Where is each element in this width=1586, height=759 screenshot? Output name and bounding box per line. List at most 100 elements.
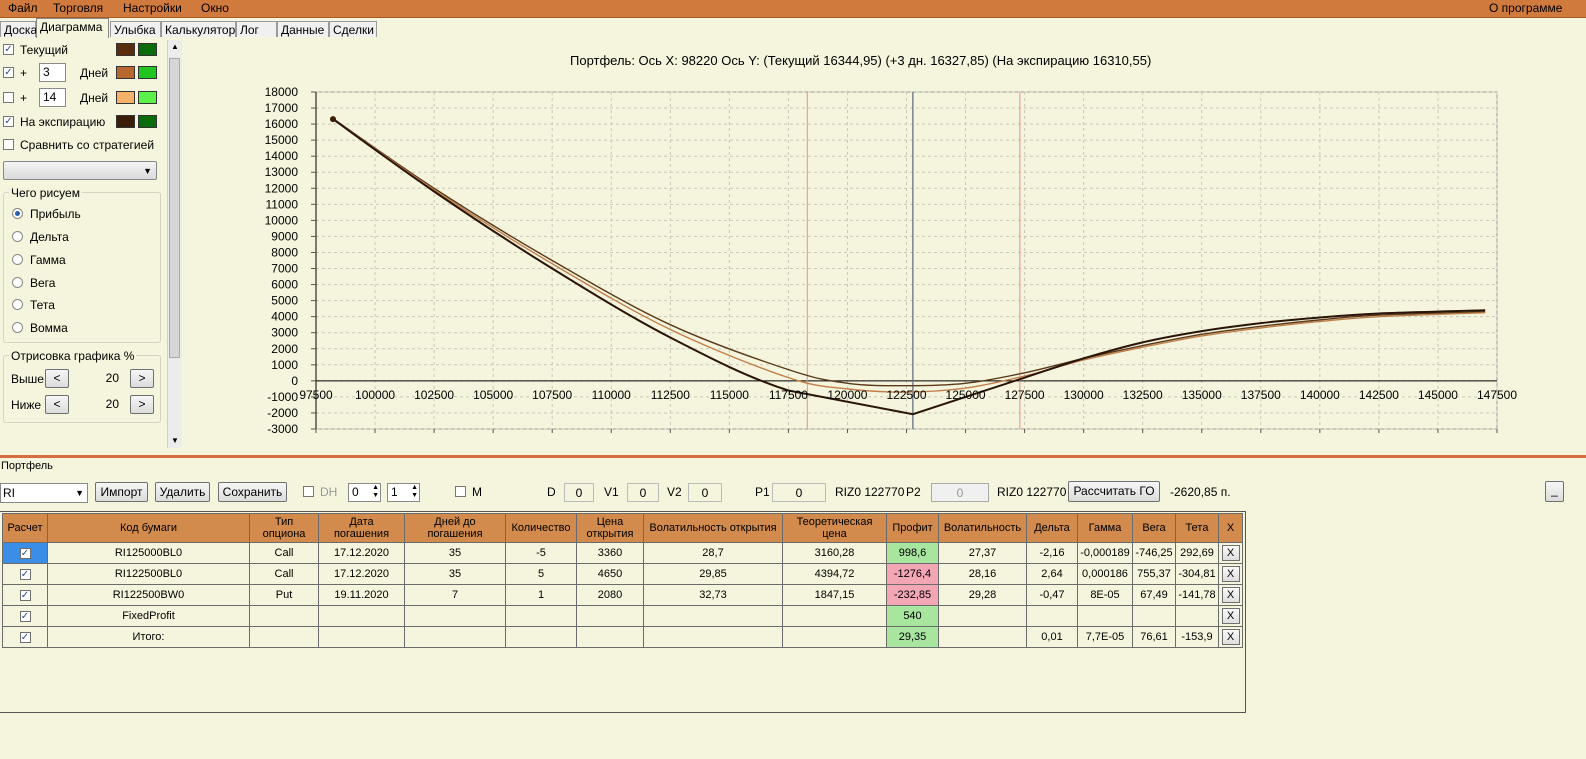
col-theo-price[interactable]: Теоретическая цена xyxy=(782,513,887,543)
cell-type xyxy=(249,626,319,648)
col-qty[interactable]: Количество xyxy=(505,513,577,543)
cell-date: 19.11.2020 xyxy=(318,584,405,606)
y-tick-label: 1000 xyxy=(271,358,298,372)
spinner-2[interactable]: 1 ▲ ▼ xyxy=(387,483,420,502)
cell-vega: -746,25 xyxy=(1132,542,1176,564)
col-gamma[interactable]: Гамма xyxy=(1077,513,1133,543)
v1-value[interactable]: 0 xyxy=(627,483,659,502)
go-value: -2620,85 п. xyxy=(1170,485,1231,499)
y-tick-label: 14000 xyxy=(265,149,299,163)
cell-gamma xyxy=(1077,605,1133,627)
calc-go-button[interactable]: Рассчитать ГО xyxy=(1068,481,1160,502)
riz-price-1: RIZ0 122770 xyxy=(835,485,905,499)
row-calc-checkbox[interactable]: ✓ xyxy=(19,590,31,601)
cell-qty: 1 xyxy=(505,584,577,606)
cell-profit: 540 xyxy=(886,605,939,627)
symbol-value: RI xyxy=(3,486,15,500)
col-open-price[interactable]: Цена открытия xyxy=(576,513,644,543)
minimize-button[interactable]: _ xyxy=(1545,481,1564,502)
p1-value[interactable]: 0 xyxy=(772,483,826,502)
col-calc[interactable]: Расчет xyxy=(2,513,48,543)
row-calc-checkbox[interactable]: ✓ xyxy=(19,548,31,559)
table-row[interactable]: ✓ Итого: 29,35 0,01 7,7E-05 76,61 -153,9 X xyxy=(2,626,1243,648)
col-profit[interactable]: Профит xyxy=(886,513,939,543)
current-point-marker xyxy=(330,116,337,123)
row-calc-checkbox[interactable]: ✓ xyxy=(19,569,31,580)
spinner-1[interactable]: 0 ▲ ▼ xyxy=(348,483,381,502)
cell-code[interactable]: FixedProfit xyxy=(47,605,250,627)
y-tick-label: 11000 xyxy=(266,197,299,211)
table-row[interactable]: ✓ RI122500BL0 Call 17.12.2020 35 5 4650 29,85 43… xyxy=(2,563,1243,585)
x-tick-label: 137500 xyxy=(1241,388,1281,402)
cell-days: 7 xyxy=(404,584,506,606)
x-tick-label: 117500 xyxy=(769,388,808,402)
delete-button[interactable]: Удалить xyxy=(155,482,210,502)
row-calc-checkbox[interactable]: ✓ xyxy=(19,632,31,643)
row-remove-button[interactable]: X xyxy=(1221,587,1240,603)
cell-delta: -0,47 xyxy=(1026,584,1078,606)
col-type[interactable]: Тип опциона xyxy=(249,513,319,543)
row-remove-button[interactable]: X xyxy=(1221,566,1240,582)
y-tick-label: 16000 xyxy=(265,117,299,131)
y-tick-label: 5000 xyxy=(271,294,298,308)
v2-value[interactable]: 0 xyxy=(688,483,722,502)
cell-gamma: 0,000186 xyxy=(1077,563,1133,585)
x-tick-label: 135000 xyxy=(1182,388,1222,402)
cell-vol: 27,37 xyxy=(938,542,1027,564)
col-x: X xyxy=(1218,513,1243,543)
cell-theo-price xyxy=(782,626,887,648)
row-calc-cell: ✓ xyxy=(2,542,48,564)
col-delta[interactable]: Дельта xyxy=(1026,513,1078,543)
x-tick-label: 115000 xyxy=(710,388,749,402)
table-row[interactable]: ✓ FixedProfit 540 X xyxy=(2,605,1243,627)
table-row[interactable]: ✓ RI122500BW0 Put 19.11.2020 7 1 2080 32,73 1847… xyxy=(2,584,1243,606)
x-tick-label: 127500 xyxy=(1005,388,1045,402)
y-tick-label: 0 xyxy=(291,374,298,388)
row-remove-button[interactable]: X xyxy=(1221,545,1240,561)
cell-date: 17.12.2020 xyxy=(318,563,405,585)
row-calc-checkbox[interactable]: ✓ xyxy=(19,611,31,622)
cell-code[interactable]: RI122500BL0 xyxy=(47,563,250,585)
spinner-up-down-icon[interactable]: ▲ ▼ xyxy=(411,484,418,500)
cell-type xyxy=(249,605,319,627)
spinner-up-down-icon[interactable]: ▲ ▼ xyxy=(372,484,379,500)
cell-code[interactable]: RI122500BW0 xyxy=(47,584,250,606)
row-remove-button[interactable]: X xyxy=(1221,629,1240,645)
cell-code[interactable]: Итого: xyxy=(47,626,250,648)
col-date[interactable]: Дата погашения xyxy=(318,513,405,543)
save-button[interactable]: Сохранить xyxy=(218,482,287,502)
cell-gamma: 7,7E-05 xyxy=(1077,626,1133,648)
cell-open-price: 4650 xyxy=(576,563,644,585)
import-button[interactable]: Импорт xyxy=(95,482,148,502)
row-remove-cell: X xyxy=(1218,626,1243,648)
p2-value[interactable]: 0 xyxy=(931,483,989,502)
x-tick-label: 147500 xyxy=(1477,388,1517,402)
y-tick-label: 12000 xyxy=(265,181,299,195)
row-remove-button[interactable]: X xyxy=(1221,608,1240,624)
col-code[interactable]: Код бумаги xyxy=(47,513,250,543)
cell-date xyxy=(318,626,405,648)
panel-splitter[interactable] xyxy=(0,455,1586,458)
cell-qty xyxy=(505,626,577,648)
symbol-dropdown[interactable]: RI ▼ xyxy=(0,483,88,503)
x-tick-label: 105000 xyxy=(473,388,513,402)
m-checkbox[interactable] xyxy=(455,486,466,497)
row-remove-cell: X xyxy=(1218,605,1243,627)
col-open-vol[interactable]: Волатильность открытия xyxy=(643,513,783,543)
d-value[interactable]: 0 xyxy=(564,483,594,502)
col-days[interactable]: Дней до погашения xyxy=(404,513,506,543)
col-vol[interactable]: Волатильность xyxy=(938,513,1027,543)
y-tick-label: 3000 xyxy=(271,326,298,340)
cell-open-price: 3360 xyxy=(576,542,644,564)
cell-code[interactable]: RI125000BL0 xyxy=(47,542,250,564)
v1-label: V1 xyxy=(604,485,619,499)
col-theta[interactable]: Тета xyxy=(1175,513,1219,543)
col-vega[interactable]: Вега xyxy=(1132,513,1176,543)
cell-qty xyxy=(505,605,577,627)
table-row[interactable]: ✓ RI125000BL0 Call 17.12.2020 35 -5 3360 28,7 31… xyxy=(2,542,1243,564)
dh-checkbox[interactable] xyxy=(303,486,314,497)
cell-delta: 0,01 xyxy=(1026,626,1078,648)
cell-open-vol xyxy=(643,605,783,627)
spinner-2-value: 1 xyxy=(391,485,398,499)
row-remove-cell: X xyxy=(1218,563,1243,585)
